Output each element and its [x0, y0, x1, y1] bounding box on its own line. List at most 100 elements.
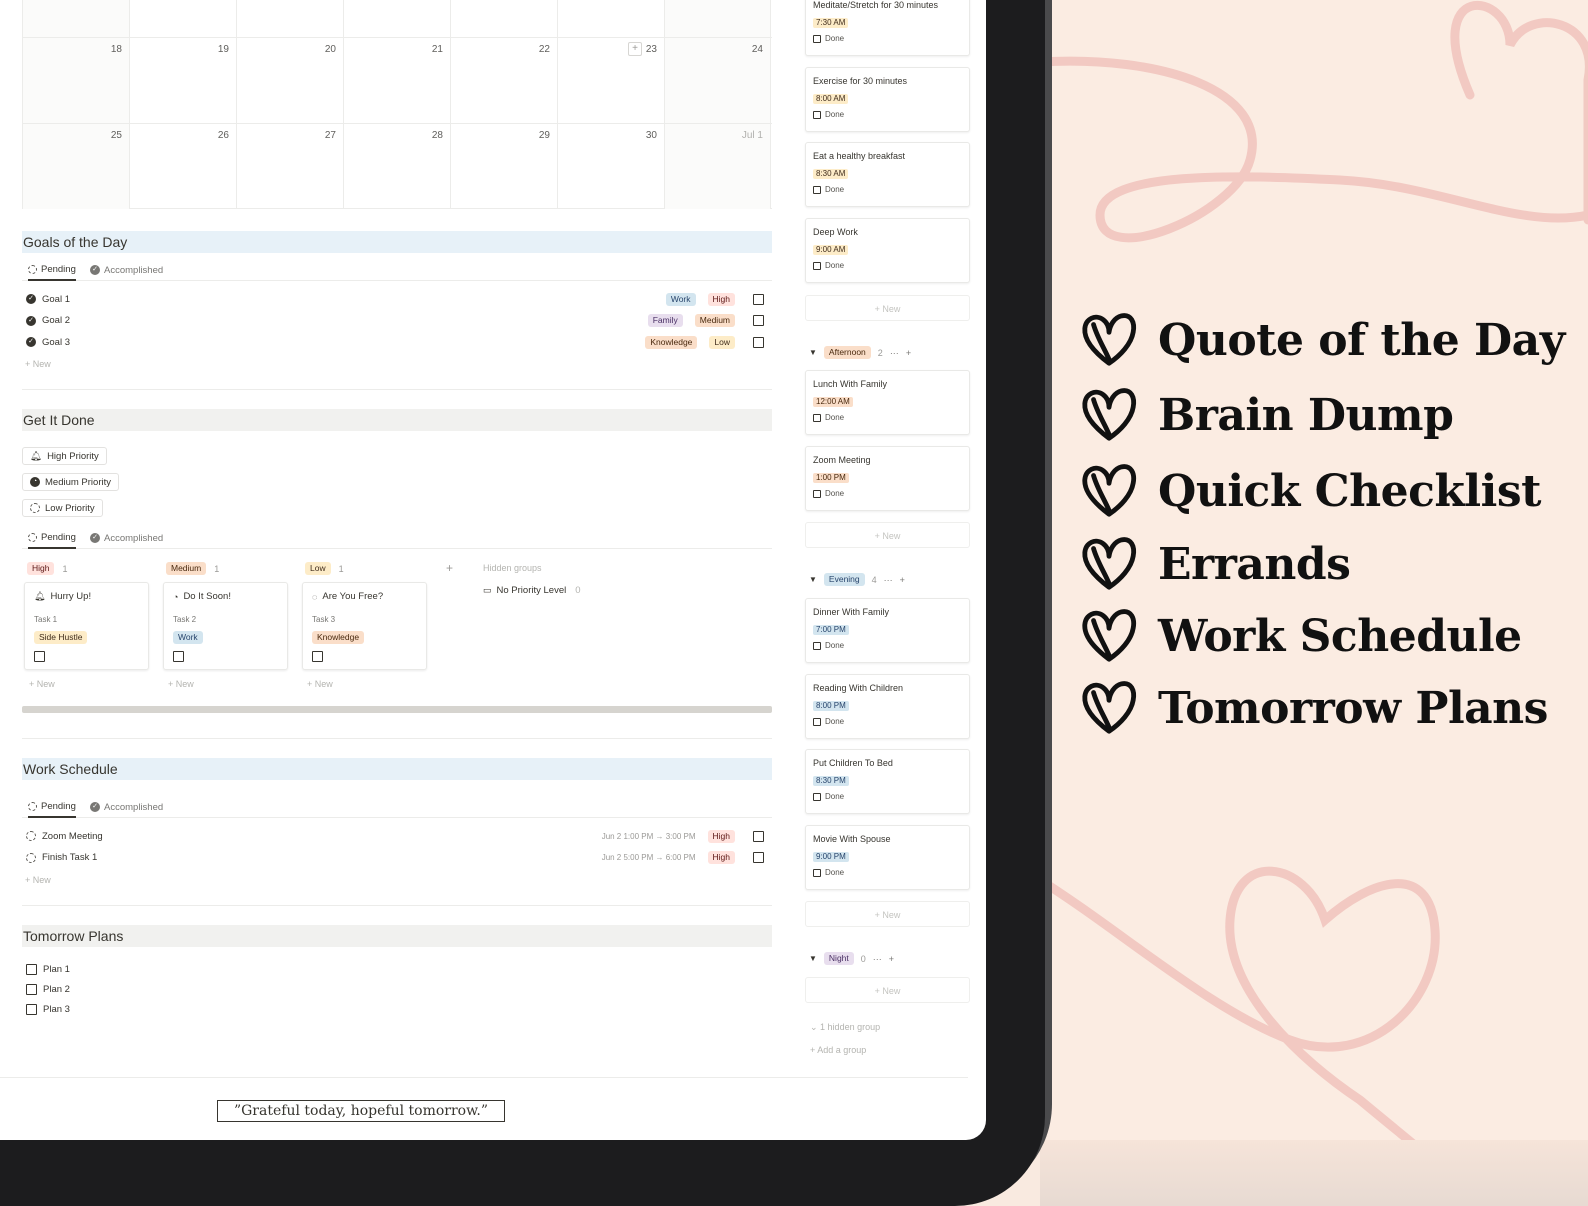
tab-pending[interactable]: Pending	[28, 262, 76, 281]
plus-icon[interactable]: +	[889, 954, 894, 964]
plan-item[interactable]: Plan 1	[22, 959, 772, 979]
calendar-day-cell[interactable]: 23 +	[557, 38, 664, 124]
collapse-triangle-icon[interactable]: ▼	[809, 575, 817, 584]
schedule-new-button[interactable]: + New	[805, 901, 970, 927]
plus-icon[interactable]: +	[900, 575, 905, 585]
calendar-day-cell[interactable]: 19	[129, 38, 236, 124]
plan-item[interactable]: Plan 2	[22, 979, 772, 999]
task-checkbox[interactable]	[312, 651, 323, 662]
done-checkbox[interactable]: Done	[813, 792, 844, 801]
calendar-day-cell[interactable]	[129, 0, 236, 37]
goal-checkbox[interactable]	[753, 336, 764, 348]
tab-pending[interactable]: Pending	[28, 530, 76, 549]
schedule-card[interactable]: Exercise for 30 minutes 8:00 AM Done	[805, 67, 970, 132]
medium-priority-button[interactable]: ◔ Medium Priority	[22, 473, 119, 491]
calendar-day-cell[interactable]	[22, 0, 129, 37]
board-new-button[interactable]: + New	[307, 679, 333, 689]
board-new-button[interactable]: + New	[168, 679, 194, 689]
add-event-plus-icon[interactable]: +	[628, 42, 642, 56]
work-checkbox[interactable]	[753, 830, 764, 842]
tab-pending[interactable]: Pending	[28, 799, 76, 818]
tab-accomplished[interactable]: ✓ Accomplished	[90, 799, 163, 815]
tab-accomplished[interactable]: ✓ Accomplished	[90, 262, 163, 278]
horizontal-scrollbar[interactable]	[22, 706, 772, 713]
schedule-card[interactable]: Reading With Children 8:00 PM Done	[805, 674, 970, 739]
done-checkbox[interactable]: Done	[813, 34, 844, 43]
goal-checkbox[interactable]	[753, 293, 764, 305]
calendar-day-cell[interactable]: 20	[236, 38, 343, 124]
calendar-day-cell[interactable]: 27	[236, 124, 343, 209]
task-card[interactable]: 🔔︎ Hurry Up! Task 1 Side Hustle	[24, 582, 149, 670]
plus-icon[interactable]: +	[906, 348, 911, 358]
task-card[interactable]: ◌ Are You Free? Task 3 Knowledge	[302, 582, 427, 670]
task-checkbox[interactable]	[173, 651, 184, 662]
more-icon[interactable]: ···	[884, 575, 893, 585]
add-group-plus-icon[interactable]: +	[446, 561, 453, 575]
calendar-day-cell[interactable]: 26	[129, 124, 236, 209]
done-checkbox[interactable]: Done	[813, 717, 844, 726]
calendar-day-cell[interactable]	[664, 0, 771, 37]
done-checkbox[interactable]: Done	[813, 185, 844, 194]
schedule-card[interactable]: Meditate/Stretch for 30 minutes 7:30 AM Do…	[805, 0, 970, 56]
board-group-header[interactable]: Medium 1	[166, 562, 219, 575]
schedule-card[interactable]: Lunch With Family 12:00 AM Done	[805, 370, 970, 435]
more-icon[interactable]: ···	[890, 348, 899, 358]
board-new-button[interactable]: + New	[29, 679, 55, 689]
collapse-triangle-icon[interactable]: ▼	[809, 954, 817, 963]
calendar-day-cell[interactable]: 21	[343, 38, 450, 124]
calendar-day-cell[interactable]	[557, 0, 664, 37]
goal-row[interactable]: ✓ Goal 3 Knowledge Low	[22, 332, 772, 352]
goal-checkbox[interactable]	[753, 315, 764, 326]
calendar-day-cell[interactable]: Jul 1	[664, 124, 771, 209]
schedule-new-button[interactable]: + New	[805, 295, 970, 321]
goals-new-button[interactable]: + New	[25, 359, 51, 369]
low-priority-button[interactable]: Low Priority	[22, 499, 103, 517]
done-checkbox[interactable]: Done	[813, 261, 844, 270]
board-group-header[interactable]: Low 1	[305, 562, 344, 575]
done-checkbox[interactable]: Done	[813, 413, 844, 422]
done-checkbox[interactable]: Done	[813, 868, 844, 877]
plan-checkbox[interactable]	[26, 983, 37, 995]
calendar-day-cell[interactable]: 18	[22, 38, 129, 124]
calendar-day-cell[interactable]: 22	[450, 38, 557, 124]
calendar-day-cell[interactable]: 24	[664, 38, 771, 124]
schedule-card[interactable]: Dinner With Family 7:00 PM Done	[805, 598, 970, 663]
calendar-day-cell[interactable]: 30	[557, 124, 664, 209]
work-row[interactable]: Finish Task 1 Jun 2 5:00 PM → 6:00 PM High	[22, 848, 772, 868]
schedule-group-header[interactable]: ▼ Night 0 ··· +	[809, 952, 894, 965]
collapse-triangle-icon[interactable]: ▼	[809, 348, 817, 357]
add-group-button[interactable]: + Add a group	[810, 1045, 866, 1055]
schedule-new-button[interactable]: + New	[805, 977, 970, 1003]
hidden-group-toggle[interactable]: ⌄ 1 hidden group	[810, 1022, 880, 1033]
work-new-button[interactable]: + New	[25, 875, 51, 885]
schedule-new-button[interactable]: + New	[805, 522, 970, 548]
plan-checkbox[interactable]	[26, 963, 37, 975]
task-card[interactable]: ◔ Do It Soon! Task 2 Work	[163, 582, 288, 670]
done-checkbox[interactable]: Done	[813, 110, 844, 119]
no-priority-group[interactable]: ▭ No Priority Level 0	[483, 585, 581, 596]
goal-row[interactable]: ✓ Goal 2 Family Medium	[22, 311, 772, 331]
board-group-header[interactable]: High 1	[27, 562, 68, 575]
calendar-day-cell[interactable]	[450, 0, 557, 37]
calendar-day-cell[interactable]: 29	[450, 124, 557, 209]
calendar-day-cell[interactable]	[236, 0, 343, 37]
plan-item[interactable]: Plan 3	[22, 999, 772, 1019]
schedule-group-header[interactable]: ▼ Afternoon 2 ··· +	[809, 346, 911, 359]
plan-checkbox[interactable]	[26, 1003, 37, 1015]
done-checkbox[interactable]: Done	[813, 489, 844, 498]
work-checkbox[interactable]	[753, 852, 764, 863]
work-row[interactable]: Zoom Meeting Jun 2 1:00 PM → 3:00 PM High	[22, 826, 772, 846]
schedule-card[interactable]: Deep Work 9:00 AM Done	[805, 218, 970, 283]
calendar-day-cell[interactable]	[343, 0, 450, 37]
schedule-card[interactable]: Put Children To Bed 8:30 PM Done	[805, 749, 970, 814]
calendar-day-cell[interactable]: 25	[22, 124, 129, 209]
schedule-card[interactable]: Movie With Spouse 9:00 PM Done	[805, 825, 970, 890]
high-priority-button[interactable]: 🔔︎ High Priority	[22, 447, 107, 465]
schedule-card[interactable]: Eat a healthy breakfast 8:30 AM Done	[805, 142, 970, 207]
calendar-day-cell[interactable]: 28	[343, 124, 450, 209]
more-icon[interactable]: ···	[873, 954, 882, 964]
schedule-card[interactable]: Zoom Meeting 1:00 PM Done	[805, 446, 970, 511]
schedule-group-header[interactable]: ▼ Evening 4 ··· +	[809, 573, 905, 586]
done-checkbox[interactable]: Done	[813, 641, 844, 650]
task-checkbox[interactable]	[34, 651, 45, 662]
